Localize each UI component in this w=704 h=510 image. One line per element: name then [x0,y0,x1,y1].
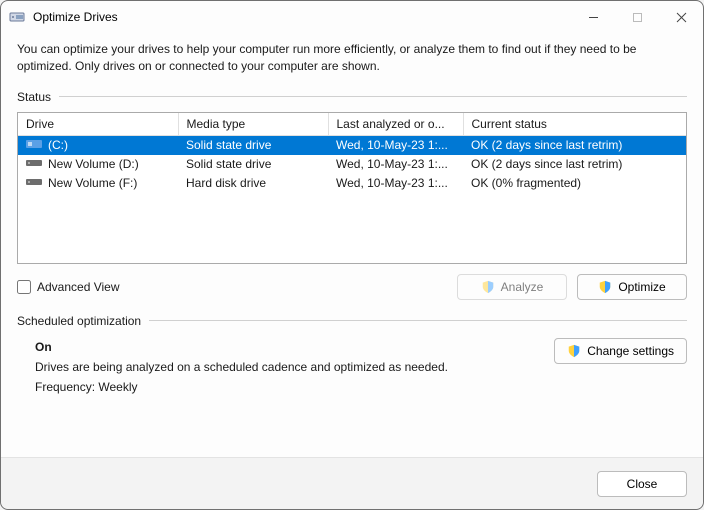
optimize-drives-window: Optimize Drives You can optimize your dr… [0,0,704,510]
col-last[interactable]: Last analyzed or o... [328,113,463,136]
table-row[interactable]: New Volume (F:) Hard disk driveWed, 10-Ma… [18,174,686,193]
close-label: Close [627,477,658,491]
drive-icon [26,157,42,172]
drives-table[interactable]: Drive Media type Last analyzed or o... C… [18,113,686,193]
change-settings-button[interactable]: Change settings [554,338,687,364]
col-drive[interactable]: Drive [18,113,178,136]
drive-name: (C:) [48,138,68,152]
divider-line [149,320,687,321]
drive-status: OK (0% fragmented) [463,174,686,193]
controls-row: Advanced View Analyze Optimize [17,274,687,300]
drive-last: Wed, 10-May-23 1:... [328,174,463,193]
drive-media: Solid state drive [178,155,328,174]
titlebar: Optimize Drives [1,1,703,33]
content-area: You can optimize your drives to help you… [1,33,703,457]
drive-status: OK (2 days since last retrim) [463,155,686,174]
drive-icon [26,176,42,191]
maximize-button[interactable] [623,5,651,29]
drive-cell: New Volume (D:) [26,157,170,172]
table-header-row: Drive Media type Last analyzed or o... C… [18,113,686,136]
advanced-view-input[interactable] [17,280,31,294]
col-status[interactable]: Current status [463,113,686,136]
drive-name: New Volume (D:) [48,157,139,171]
drive-cell: New Volume (F:) [26,176,170,191]
scheduled-row: On Drives are being analyzed on a schedu… [17,336,687,394]
scheduled-section-label: Scheduled optimization [17,314,687,328]
drive-status: OK (2 days since last retrim) [463,135,686,155]
optimize-button[interactable]: Optimize [577,274,687,300]
close-button[interactable]: Close [597,471,687,497]
scheduled-desc: Drives are being analyzed on a scheduled… [35,360,448,374]
drive-name: New Volume (F:) [48,176,137,190]
description-text: You can optimize your drives to help you… [17,41,687,76]
advanced-view-checkbox[interactable]: Advanced View [17,280,120,294]
scheduled-info: On Drives are being analyzed on a schedu… [35,340,448,394]
analyze-label: Analyze [501,280,544,294]
col-media[interactable]: Media type [178,113,328,136]
window-title: Optimize Drives [33,10,579,24]
drives-table-container: Drive Media type Last analyzed or o... C… [17,112,687,264]
status-label-text: Status [17,90,59,104]
divider-line [59,96,687,97]
window-controls [579,5,695,29]
table-row[interactable]: New Volume (D:) Solid state driveWed, 10-… [18,155,686,174]
drive-last: Wed, 10-May-23 1:... [328,155,463,174]
minimize-button[interactable] [579,5,607,29]
analyze-button[interactable]: Analyze [457,274,567,300]
drive-media: Hard disk drive [178,174,328,193]
status-section-label: Status [17,90,687,104]
drive-media: Solid state drive [178,135,328,155]
table-row[interactable]: (C:) Solid state driveWed, 10-May-23 1:..… [18,135,686,155]
shield-icon [481,280,495,294]
advanced-view-label: Advanced View [37,280,120,294]
shield-icon [598,280,612,294]
app-icon [9,9,25,25]
scheduled-status: On [35,340,448,354]
drive-last: Wed, 10-May-23 1:... [328,135,463,155]
scheduled-label-text: Scheduled optimization [17,314,149,328]
footer: Close [1,457,703,509]
drive-icon [26,138,42,153]
change-settings-label: Change settings [587,344,674,358]
close-window-button[interactable] [667,5,695,29]
drive-cell: (C:) [26,138,170,153]
scheduled-frequency: Frequency: Weekly [35,380,448,394]
shield-icon [567,344,581,358]
optimize-label: Optimize [618,280,665,294]
